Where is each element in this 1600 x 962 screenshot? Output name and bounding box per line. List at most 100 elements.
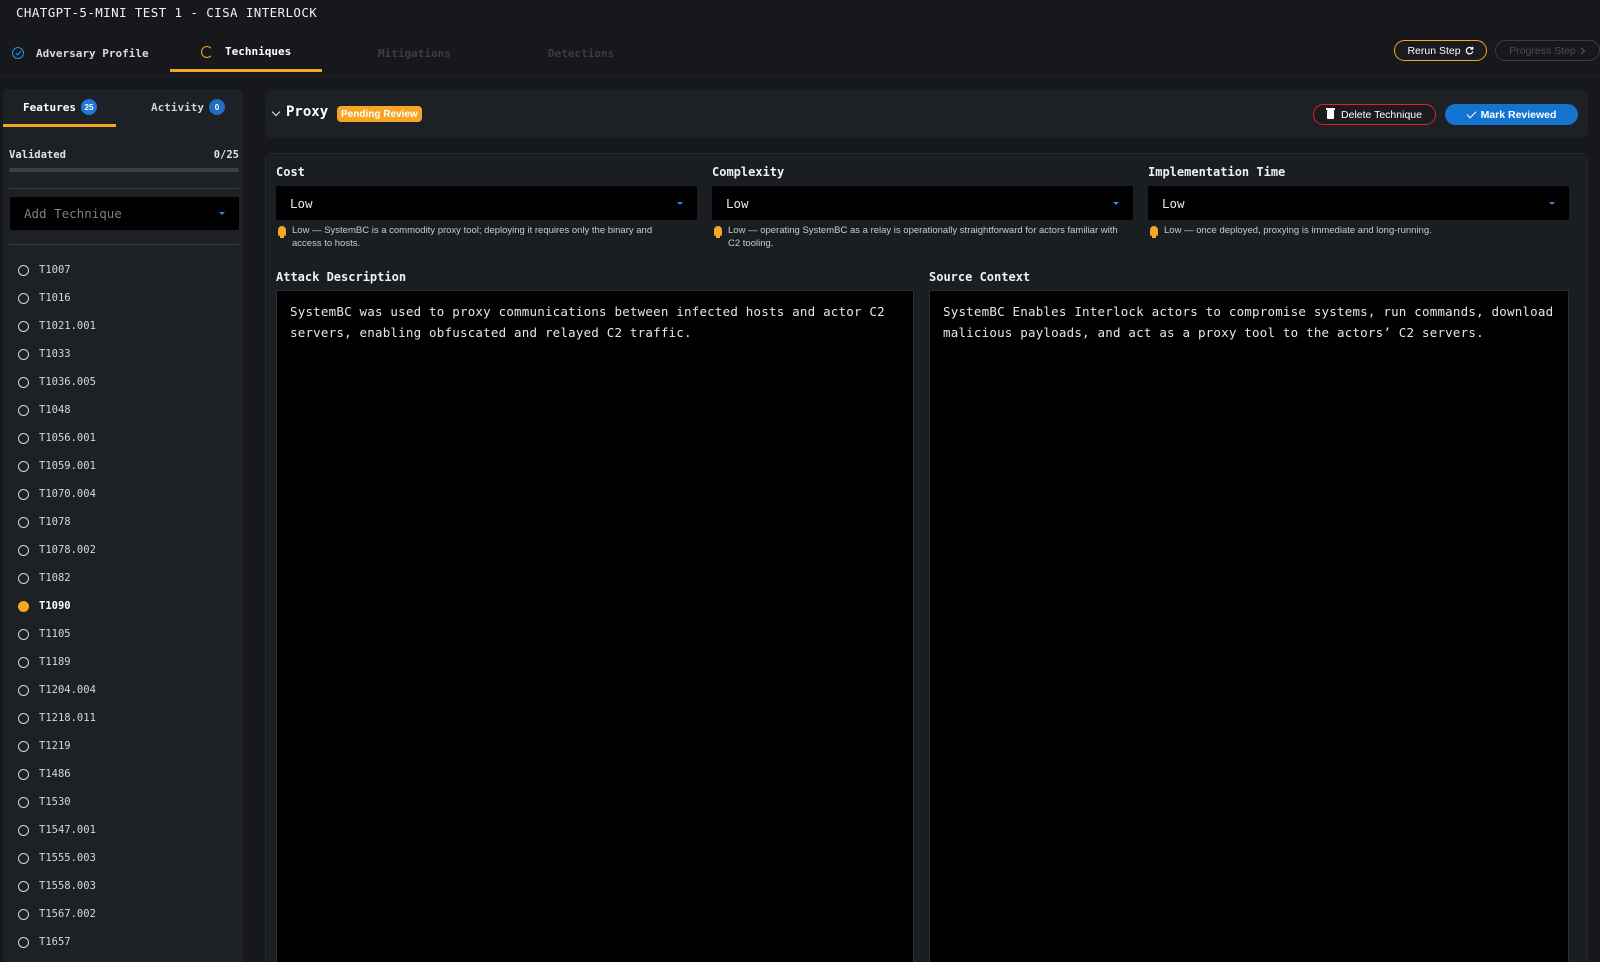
step-techniques[interactable]: Techniques xyxy=(170,34,322,72)
implementation-time-select[interactable]: Low xyxy=(1148,186,1569,220)
technique-list-item[interactable]: T1078 xyxy=(3,508,243,536)
mark-reviewed-label: Mark Reviewed xyxy=(1480,108,1557,121)
technique-list-item[interactable]: T1219 xyxy=(3,732,243,760)
technique-list-item[interactable]: T1486 xyxy=(3,760,243,788)
complexity-value: Low xyxy=(726,195,749,211)
caret-down-icon xyxy=(219,212,225,215)
delete-technique-label: Delete Technique xyxy=(1341,108,1422,121)
radio-circle-icon xyxy=(18,516,29,528)
technique-id: T1070.004 xyxy=(39,488,96,500)
radio-circle-icon xyxy=(18,432,29,444)
technique-list-item[interactable]: T1105 xyxy=(3,620,243,648)
technique-id: T1007 xyxy=(39,264,71,276)
complexity-select[interactable]: Low xyxy=(712,186,1133,220)
cost-select[interactable]: Low xyxy=(276,186,697,220)
technique-list-item[interactable]: T1036.005 xyxy=(3,368,243,396)
technique-list-item[interactable]: T1007 xyxy=(3,256,243,284)
technique-list-item[interactable]: T1078.002 xyxy=(3,536,243,564)
add-technique-select[interactable]: Add Technique xyxy=(10,197,239,230)
technique-list-item[interactable]: T1530 xyxy=(3,788,243,816)
cost-hint: Low — SystemBC is a commodity proxy tool… xyxy=(278,224,683,250)
radio-circle-icon xyxy=(18,768,29,780)
pending-status-icon xyxy=(18,597,30,612)
tab-activity[interactable]: Activity 0 xyxy=(151,99,225,115)
mark-reviewed-button[interactable]: Mark Reviewed xyxy=(1445,104,1578,125)
technique-list-item[interactable]: T1033 xyxy=(3,340,243,368)
progress-step-button: Progress Step xyxy=(1495,40,1600,61)
technique-id: T1056.001 xyxy=(39,432,96,444)
delete-technique-button[interactable]: Delete Technique xyxy=(1313,104,1436,125)
technique-id: T1547.001 xyxy=(39,824,96,836)
radio-circle-icon xyxy=(18,544,29,556)
app-title: CHATGPT-5-MINI TEST 1 - CISA INTERLOCK xyxy=(16,5,318,20)
technique-list-item[interactable]: T1567.002 xyxy=(3,900,243,928)
header-divider xyxy=(0,75,1600,76)
validated-summary: Validated 0/25 xyxy=(9,149,239,161)
rerun-step-button[interactable]: Rerun Step xyxy=(1394,40,1487,61)
technique-list-item[interactable]: T1048 xyxy=(3,396,243,424)
lightbulb-icon xyxy=(714,226,722,238)
refresh-icon xyxy=(1465,46,1473,55)
tab-features[interactable]: Features 25 xyxy=(23,99,97,115)
lightbulb-icon xyxy=(1150,226,1158,238)
implementation-time-value: Low xyxy=(1162,195,1185,211)
radio-circle-icon xyxy=(18,460,29,472)
technique-id: T1105 xyxy=(39,628,71,640)
validated-label: Validated xyxy=(9,149,66,161)
radio-circle-icon xyxy=(18,852,29,864)
step-detections: Detections xyxy=(548,34,614,72)
technique-list-item[interactable]: T1555.003 xyxy=(3,844,243,872)
complexity-hint-text: Low — operating SystemBC as a relay is o… xyxy=(728,225,1118,249)
validated-count: 0/25 xyxy=(213,149,239,161)
technique-list-item[interactable]: T1082 xyxy=(3,564,243,592)
implementation-time-hint: Low — once deployed, proxying is immedia… xyxy=(1150,224,1565,238)
count-badge: 0 xyxy=(208,99,225,115)
technique-id: T1204.004 xyxy=(39,684,96,696)
technique-list-item[interactable]: T1189 xyxy=(3,648,243,676)
source-context-textarea[interactable]: SystemBC Enables Interlock actors to com… xyxy=(929,290,1569,962)
implementation-time-label: Implementation Time xyxy=(1148,165,1286,179)
step-label: Adversary Profile xyxy=(36,46,149,60)
radio-circle-icon xyxy=(18,376,29,388)
technique-list-item[interactable]: T1056.001 xyxy=(3,424,243,452)
technique-list-item[interactable]: T1090 xyxy=(3,592,243,620)
check-icon xyxy=(1466,108,1477,118)
technique-list-item[interactable]: T1070.004 xyxy=(3,480,243,508)
divider xyxy=(9,244,239,245)
radio-circle-icon xyxy=(18,628,29,640)
source-context-label: Source Context xyxy=(929,270,1031,284)
technique-id: T1078.002 xyxy=(39,544,96,556)
implementation-time-hint-text: Low — once deployed, proxying is immedia… xyxy=(1164,225,1432,236)
cost-value: Low xyxy=(290,195,313,211)
sidebar: Features 25 Activity 0 Validated 0/25 Ad… xyxy=(3,89,243,962)
radio-circle-icon xyxy=(18,656,29,668)
technique-id: T1033 xyxy=(39,348,71,360)
caret-down-icon xyxy=(677,201,683,205)
trash-icon xyxy=(1326,108,1336,119)
step-adversary-profile[interactable]: Adversary Profile xyxy=(12,34,149,72)
technique-list-item[interactable]: T1547.001 xyxy=(3,816,243,844)
technique-list-item[interactable]: T1204.004 xyxy=(3,676,243,704)
technique-id: T1078 xyxy=(39,516,71,528)
step-label: Mitigations xyxy=(378,46,451,60)
validated-progress-bar xyxy=(9,168,239,172)
technique-list-item[interactable]: T1059.001 xyxy=(3,452,243,480)
technique-id: T1219 xyxy=(39,740,71,752)
radio-circle-icon xyxy=(18,292,29,304)
technique-header: Proxy Pending Review Delete Technique Ma… xyxy=(265,90,1588,138)
radio-circle-icon xyxy=(18,572,29,584)
attack-description-label: Attack Description xyxy=(276,270,407,284)
technique-list-item[interactable]: T1657 xyxy=(3,928,243,956)
check-circle-icon xyxy=(12,47,24,59)
add-technique-placeholder: Add Technique xyxy=(24,206,122,221)
chevron-down-icon[interactable] xyxy=(271,107,281,117)
radio-circle-icon xyxy=(18,936,29,948)
technique-list-item[interactable]: T1558.003 xyxy=(3,872,243,900)
technique-list: T1007 T1016 T1021.001 T1033 T1036.005 T1048 T1… xyxy=(3,256,243,956)
technique-list-item[interactable]: T1021.001 xyxy=(3,312,243,340)
radio-circle-icon xyxy=(18,684,29,696)
technique-list-item[interactable]: T1218.011 xyxy=(3,704,243,732)
technique-list-item[interactable]: T1016 xyxy=(3,284,243,312)
technique-id: T1090 xyxy=(39,600,71,612)
attack-description-textarea[interactable]: SystemBC was used to proxy communication… xyxy=(276,290,914,962)
